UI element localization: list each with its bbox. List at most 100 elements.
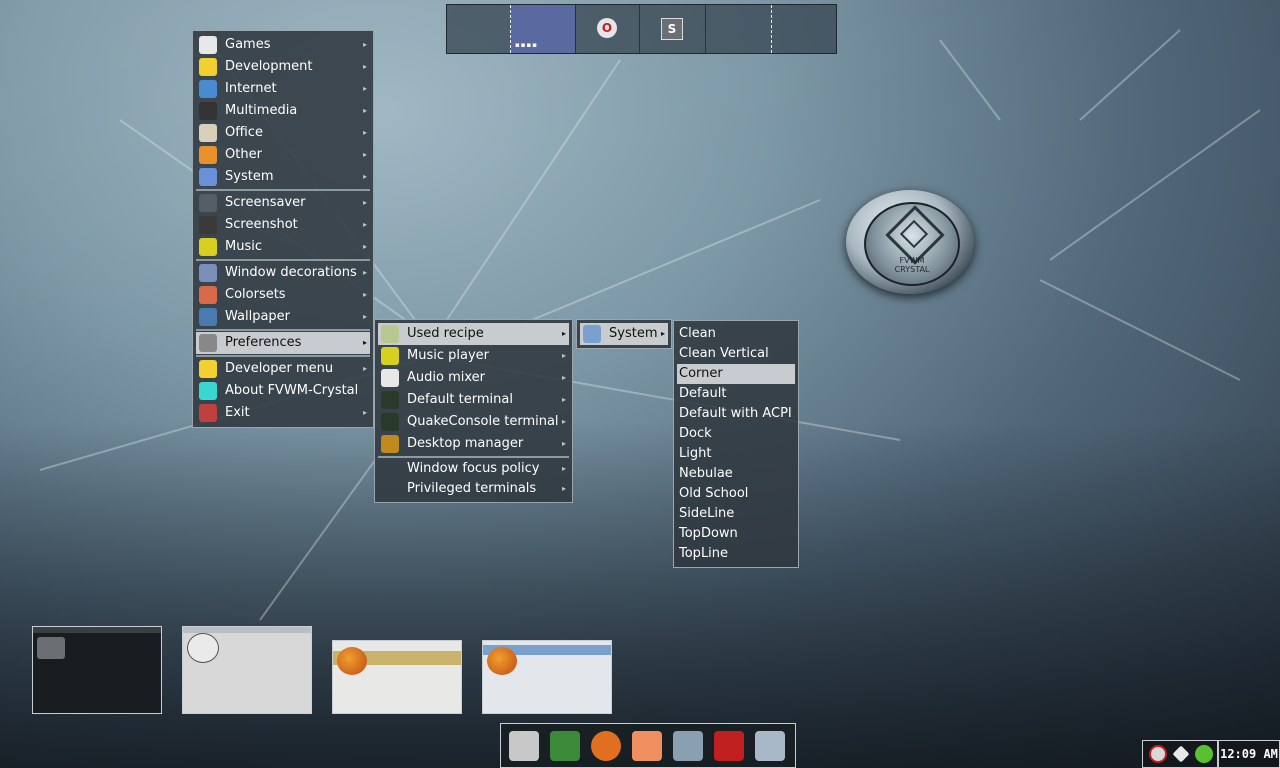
prefs-item-default-terminal[interactable]: Default terminal ▸ <box>375 389 572 411</box>
recipe-old-school[interactable]: Old School <box>674 484 798 504</box>
menu-item-label: Clean <box>679 326 716 341</box>
menu-item-label: Exit <box>225 405 250 420</box>
wallpaper-icon <box>199 308 217 326</box>
menu-item-games[interactable]: Games ▸ <box>193 34 373 56</box>
pager-desk-5[interactable] <box>705 5 835 53</box>
recipe-topline[interactable]: TopLine <box>674 544 798 564</box>
menu-item-system[interactable]: System ▸ <box>193 166 373 188</box>
menu-item-screenshot[interactable]: Screenshot ▸ <box>193 214 373 236</box>
recipe-light[interactable]: Light <box>674 444 798 464</box>
menu-item-label: SideLine <box>679 506 735 521</box>
recipe-clean-vertical[interactable]: Clean Vertical <box>674 344 798 364</box>
desktop-pager[interactable]: ▪▪▪▪ O S <box>446 4 837 54</box>
menu-item-label: Default terminal <box>407 392 513 407</box>
menu-item-screensaver[interactable]: Screensaver ▸ <box>193 192 373 214</box>
menu-item-music[interactable]: Music ▸ <box>193 236 373 258</box>
pager-desk-1[interactable] <box>447 5 512 53</box>
logo-iib-icon[interactable] <box>714 731 744 761</box>
menu-item-label: Privileged terminals <box>407 481 537 496</box>
submenu-arrow-icon: ▸ <box>362 106 367 115</box>
menu-separator <box>196 259 370 261</box>
system-tray[interactable] <box>1142 740 1218 768</box>
menu-item-other[interactable]: Other ▸ <box>193 144 373 166</box>
menu-item-developer-menu[interactable]: Developer menu ▸ <box>193 358 373 380</box>
crystal-icon <box>199 382 217 400</box>
pager-desk-4[interactable]: S <box>639 5 706 53</box>
recipe-clean[interactable]: Clean <box>674 324 798 344</box>
emblem-brand: FVWM CRYSTAL <box>894 256 930 274</box>
leaf-icon[interactable] <box>1195 745 1213 763</box>
menu-item-about-fvwm-crystal[interactable]: About FVWM-Crystal <box>193 380 373 402</box>
diamond-icon <box>199 146 217 164</box>
preferences-submenu[interactable]: Used recipe ▸ Music player ▸ Audio mixer ▸ Def… <box>374 319 573 503</box>
recipe-dock[interactable]: Dock <box>674 424 798 444</box>
main-menu[interactable]: Games ▸ Development ▸ Internet ▸ Multimedia ▸ Of… <box>192 30 374 428</box>
sawfish-icon[interactable] <box>632 731 662 761</box>
recipe-topdown[interactable]: TopDown <box>674 524 798 544</box>
menu-item-label: Corner <box>679 366 723 381</box>
gnu-icon <box>199 360 217 378</box>
submenu-arrow-icon: ▸ <box>362 242 367 251</box>
menu-item-label: Clean Vertical <box>679 346 769 361</box>
prefs-item-music-player[interactable]: Music player ▸ <box>375 345 572 367</box>
window-thumbnail-firefox-2[interactable] <box>482 640 612 714</box>
solitaire-icon[interactable] <box>509 731 539 761</box>
menu-item-colorsets[interactable]: Colorsets ▸ <box>193 284 373 306</box>
submenu-arrow-icon: ▸ <box>561 417 566 426</box>
network-icon[interactable] <box>1149 745 1167 763</box>
submenu-arrow-icon: ▸ <box>660 329 665 338</box>
pager-desk-3[interactable]: O <box>575 5 640 53</box>
submenu-arrow-icon: ▸ <box>561 351 566 360</box>
pager-divider <box>771 5 772 53</box>
menu-item-label: About FVWM-Crystal <box>225 383 359 398</box>
submenu-arrow-icon: ▸ <box>362 128 367 137</box>
menu-item-internet[interactable]: Internet ▸ <box>193 78 373 100</box>
image-viewer-icon[interactable] <box>755 731 785 761</box>
menu-item-label: Audio mixer <box>407 370 485 385</box>
menu-item-label: Music player <box>407 348 489 363</box>
prefs-item-quakeconsole-terminal[interactable]: QuakeConsole terminal ▸ <box>375 411 572 433</box>
system-recipes-submenu[interactable]: Clean Clean Vertical Corner Default Default … <box>673 320 799 568</box>
recipe-default-with-acpi[interactable]: Default with ACPI <box>674 404 798 424</box>
window-thumbnail-document[interactable] <box>182 626 312 714</box>
prefs-item-audio-mixer[interactable]: Audio mixer ▸ <box>375 367 572 389</box>
submenu-arrow-icon: ▸ <box>362 84 367 93</box>
window-thumbnail-terminal[interactable] <box>32 626 162 714</box>
prefs-item-privileged-terminals[interactable]: Privileged terminals ▸ <box>375 479 572 499</box>
pager-desk-2[interactable]: ▪▪▪▪ <box>511 5 576 53</box>
submenu-arrow-icon: ▸ <box>561 329 566 338</box>
submenu-arrow-icon: ▸ <box>362 220 367 229</box>
prefs-item-desktop-manager[interactable]: Desktop manager ▸ <box>375 433 572 455</box>
clock[interactable]: 12:09 AM <box>1218 740 1280 768</box>
prefs-item-used-recipe[interactable]: Used recipe ▸ <box>378 323 569 345</box>
used-recipe-submenu[interactable]: System ▸ <box>576 319 672 349</box>
menu-item-label: Window decorations <box>225 265 357 280</box>
menu-item-label: Dock <box>679 426 712 441</box>
menu-item-window-decorations[interactable]: Window decorations ▸ <box>193 262 373 284</box>
menu-item-label: Screensaver <box>225 195 306 210</box>
menu-item-wallpaper[interactable]: Wallpaper ▸ <box>193 306 373 328</box>
recipe-nebulae[interactable]: Nebulae <box>674 464 798 484</box>
mixer-icon <box>381 369 399 387</box>
firefox-icon <box>487 647 517 675</box>
recipe-default[interactable]: Default <box>674 384 798 404</box>
submenu-arrow-icon: ▸ <box>362 338 367 347</box>
prefs-item-window-focus-policy[interactable]: Window focus policy ▸ <box>375 459 572 479</box>
firefox-icon[interactable] <box>591 731 621 761</box>
menu-item-preferences[interactable]: Preferences ▸ <box>196 332 370 354</box>
menu-item-multimedia[interactable]: Multimedia ▸ <box>193 100 373 122</box>
launcher-dock[interactable] <box>500 723 796 768</box>
window-thumbnail-firefox-1[interactable] <box>332 640 462 714</box>
rocket-icon[interactable] <box>1172 745 1190 763</box>
menu-item-exit[interactable]: Exit ▸ <box>193 402 373 424</box>
submenu-arrow-icon: ▸ <box>362 172 367 181</box>
recipe-sideline[interactable]: SideLine <box>674 504 798 524</box>
submenu-arrow-icon: ▸ <box>362 364 367 373</box>
vim-icon[interactable] <box>550 731 580 761</box>
menu-item-label: Default <box>679 386 727 401</box>
recipe-corner[interactable]: Corner <box>677 364 795 384</box>
recipe-item-system[interactable]: System ▸ <box>580 323 668 345</box>
document-icon[interactable] <box>673 731 703 761</box>
menu-item-office[interactable]: Office ▸ <box>193 122 373 144</box>
menu-item-development[interactable]: Development ▸ <box>193 56 373 78</box>
